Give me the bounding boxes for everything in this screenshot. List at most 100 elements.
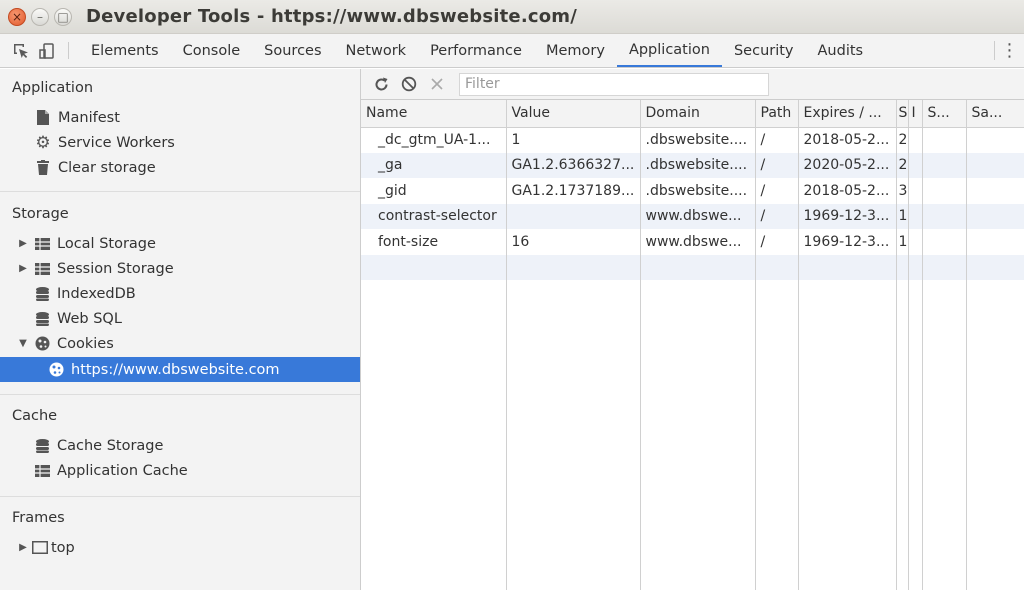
cookies-panel: Name Value Domain Path Expires / ... S I…: [361, 69, 1024, 590]
table-row[interactable]: _ga GA1.2.6366327... .dbswebsite.... / 2…: [361, 152, 1024, 178]
tab-audits[interactable]: Audits: [806, 34, 876, 67]
cell-value: [506, 203, 641, 229]
column-divider: [640, 127, 641, 590]
tab-memory[interactable]: Memory: [534, 34, 617, 67]
clear-all-icon[interactable]: [395, 72, 423, 96]
column-header-value[interactable]: Value: [506, 100, 641, 128]
section-divider: [0, 394, 360, 395]
sidebar-item-service-workers[interactable]: ⚙ Service Workers: [0, 130, 360, 155]
sidebar-item-cache-storage[interactable]: Cache Storage: [0, 433, 360, 458]
delete-selected-icon[interactable]: [423, 72, 451, 96]
table-row[interactable]: font-size 16 www.dbswe... / 1969-12-3...…: [361, 229, 1024, 255]
column-header-expires[interactable]: Expires / ...: [798, 100, 897, 128]
tab-console[interactable]: Console: [171, 34, 253, 67]
table-row[interactable]: contrast-selector www.dbswe... / 1969-12…: [361, 203, 1024, 229]
minimize-window-button[interactable]: –: [31, 7, 49, 26]
cell-domain: www.dbswe...: [640, 229, 756, 255]
cookies-toolbar: [361, 69, 1024, 100]
cell-domain: .dbswebsite....: [640, 127, 756, 153]
cell-name: font-size: [361, 229, 507, 255]
section-title-cache: Cache: [12, 408, 58, 424]
column-header-samesite[interactable]: Sa...: [966, 100, 1024, 128]
cookie-icon: [33, 336, 51, 352]
cell-secure: [922, 127, 967, 153]
table-row[interactable]: _dc_gtm_UA-1... 1 .dbswebsite.... / 2018…: [361, 127, 1024, 153]
toolbar-separator: [68, 42, 69, 59]
cell-httponly: [908, 203, 923, 229]
inspect-element-icon[interactable]: [8, 34, 34, 67]
cell-path: /: [755, 178, 799, 204]
window-title: Developer Tools - https://www.dbswebsite…: [86, 6, 578, 27]
cell-expires: 2018-05-2...: [798, 178, 897, 204]
sidebar-item-session-storage[interactable]: ▶ Session Storage: [0, 256, 360, 281]
sidebar-item-label: Cache Storage: [57, 437, 164, 454]
tab-application[interactable]: Application: [616, 34, 722, 67]
column-header-name[interactable]: Name: [361, 100, 507, 128]
sidebar-item-cookies[interactable]: ▼ Cookies: [0, 331, 360, 356]
column-header-path[interactable]: Path: [755, 100, 799, 128]
sidebar-item-label: Session Storage: [57, 260, 174, 277]
database-icon: [33, 311, 51, 327]
cell-httponly: [908, 152, 923, 178]
column-header-secure[interactable]: S...: [922, 100, 967, 128]
cell-secure: [922, 152, 967, 178]
sidebar-item-label: Service Workers: [58, 134, 175, 151]
cell-samesite: [966, 127, 1024, 153]
cell-samesite: [966, 178, 1024, 204]
sidebar-item-clear-storage[interactable]: Clear storage: [0, 155, 360, 180]
more-options-icon[interactable]: ⋮: [994, 40, 1024, 61]
maximize-window-button[interactable]: □: [54, 7, 72, 26]
sidebar-item-cookie-origin[interactable]: https://www.dbswebsite.com: [0, 357, 360, 382]
column-divider: [896, 127, 897, 590]
cell-domain: .dbswebsite....: [640, 152, 756, 178]
sidebar-item-label: Manifest: [58, 109, 120, 126]
refresh-icon[interactable]: [367, 72, 395, 96]
filter-input[interactable]: [459, 72, 769, 96]
window-controls: × – □: [8, 7, 72, 26]
column-header-size[interactable]: S: [896, 100, 909, 128]
sidebar-item-manifest[interactable]: Manifest: [0, 105, 360, 130]
gear-icon: ⚙: [35, 132, 51, 153]
table-row[interactable]: _gid GA1.2.1737189... .dbswebsite.... / …: [361, 178, 1024, 204]
section-title-application: Application: [12, 80, 94, 96]
expand-arrow-icon[interactable]: ▶: [17, 263, 29, 274]
cell-name: _dc_gtm_UA-1...: [361, 127, 507, 153]
expand-arrow-icon[interactable]: ▶: [17, 238, 29, 249]
sidebar-item-local-storage[interactable]: ▶ Local Storage: [0, 231, 360, 256]
column-header-httponly[interactable]: I: [908, 100, 923, 128]
column-divider: [908, 127, 909, 590]
tab-performance[interactable]: Performance: [418, 34, 534, 67]
collapse-arrow-icon[interactable]: ▼: [17, 338, 29, 349]
cell-domain: .dbswebsite....: [640, 178, 756, 204]
sidebar-item-web-sql[interactable]: Web SQL: [0, 306, 360, 331]
sidebar-item-indexeddb[interactable]: IndexedDB: [0, 281, 360, 306]
cell-size: 1: [896, 229, 909, 255]
sidebar-item-label: Application Cache: [57, 462, 188, 479]
tab-network[interactable]: Network: [334, 34, 419, 67]
tab-elements[interactable]: Elements: [79, 34, 171, 67]
column-header-domain[interactable]: Domain: [640, 100, 756, 128]
tab-security[interactable]: Security: [722, 34, 806, 67]
application-sidebar: Application Manifest ⚙ Service Workers C…: [0, 69, 361, 590]
section-divider: [0, 191, 360, 192]
tab-sources[interactable]: Sources: [252, 34, 333, 67]
sidebar-item-frame-top[interactable]: ▶ top: [0, 535, 360, 560]
cell-httponly: [908, 229, 923, 255]
expand-arrow-icon[interactable]: ▶: [17, 542, 29, 553]
section-divider: [0, 496, 360, 497]
cell-expires: 1969-12-3...: [798, 203, 897, 229]
sidebar-item-label: Clear storage: [58, 159, 156, 176]
cell-expires: 2020-05-2...: [798, 152, 897, 178]
cell-secure: [922, 229, 967, 255]
section-title-frames: Frames: [12, 510, 65, 526]
cell-size: 2: [896, 127, 909, 153]
window-titlebar: × – □ Developer Tools - https://www.dbsw…: [0, 0, 1024, 34]
grid-icon: [33, 463, 51, 479]
close-window-button[interactable]: ×: [8, 7, 26, 26]
sidebar-item-application-cache[interactable]: Application Cache: [0, 458, 360, 483]
device-toolbar-icon[interactable]: [34, 34, 60, 67]
cell-path: /: [755, 203, 799, 229]
grid-icon: [33, 261, 51, 277]
cell-expires: 2018-05-2...: [798, 127, 897, 153]
cookies-table: Name Value Domain Path Expires / ... S I…: [361, 100, 1024, 280]
